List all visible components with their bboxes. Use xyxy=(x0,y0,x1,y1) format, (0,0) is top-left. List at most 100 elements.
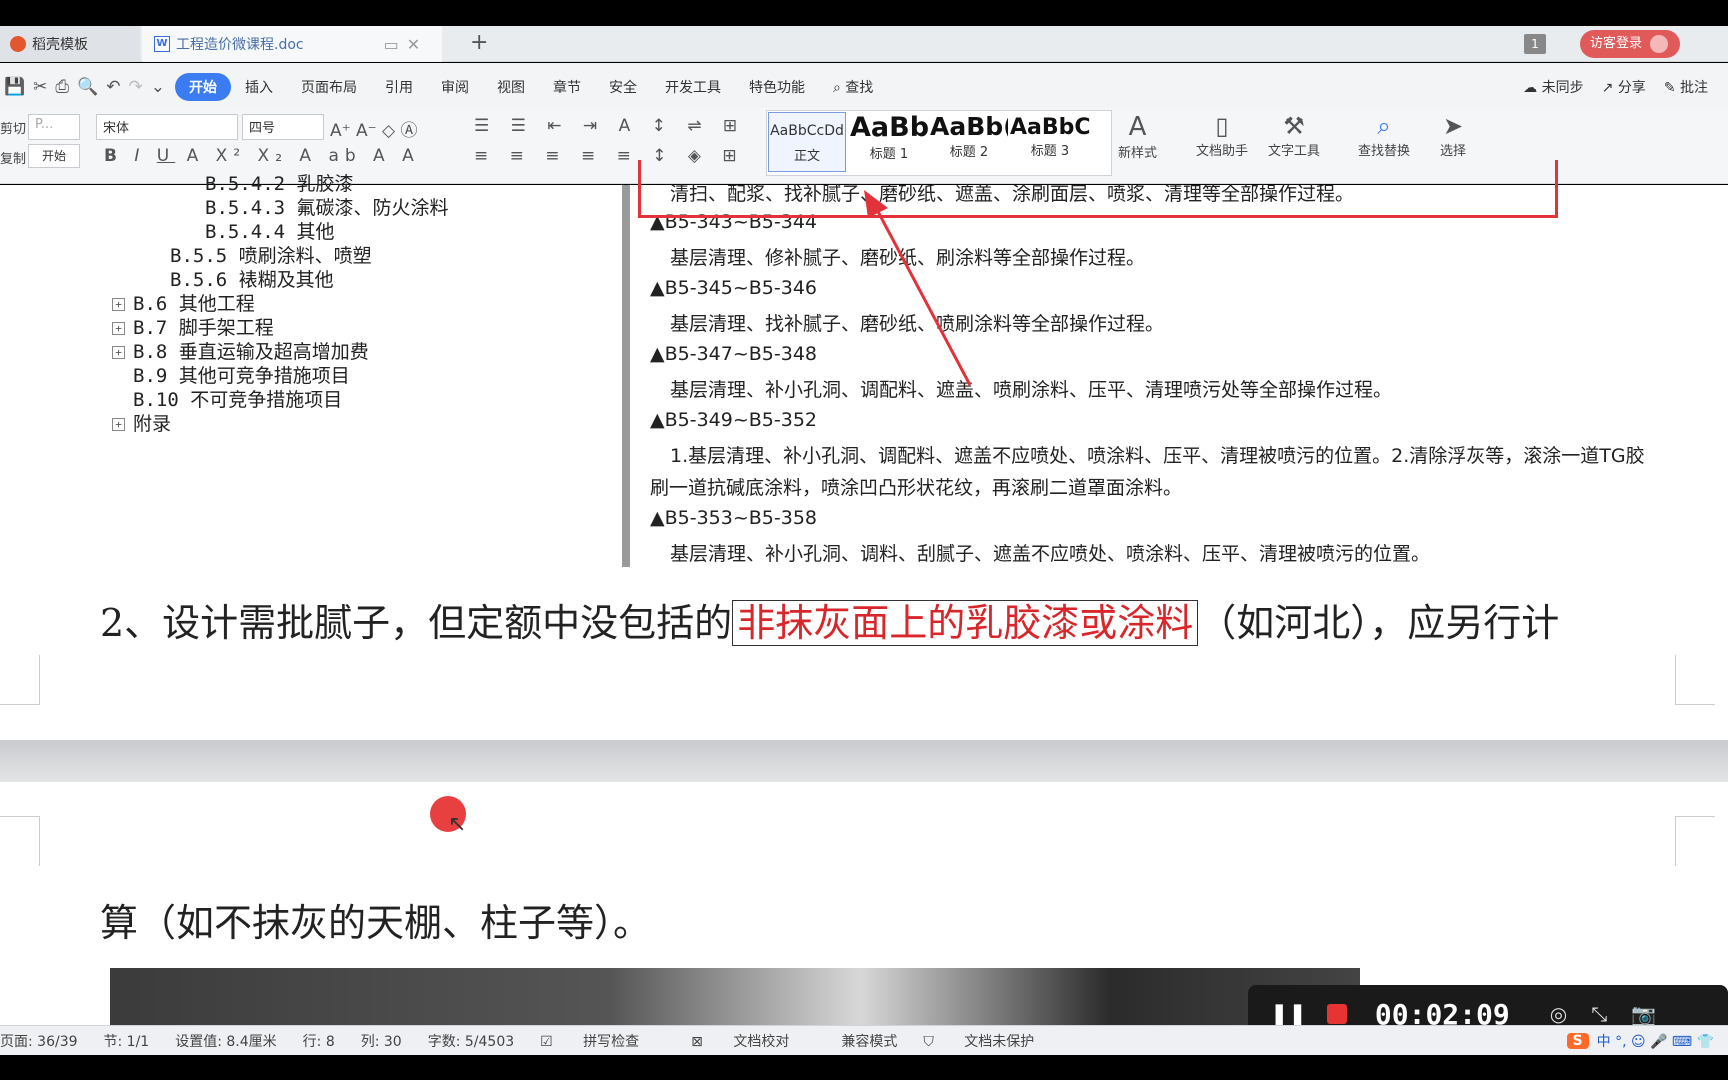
redo-icon[interactable]: ↷ xyxy=(128,77,142,97)
tab-daoke-templates[interactable]: 稻壳模板 xyxy=(0,26,140,62)
mouse-cursor-icon: ↖ xyxy=(448,812,467,837)
menu-search[interactable]: ⌕ 查找 xyxy=(819,73,887,101)
proof-icon: ⊠ xyxy=(691,1033,708,1050)
find-replace-button[interactable]: ⌕ 查找替换 xyxy=(1358,112,1410,159)
tree-label: B.8 垂直运输及超高增加费 xyxy=(133,341,369,363)
menu-home[interactable]: 开始 xyxy=(174,73,231,101)
sync-status[interactable]: ☁ 未同步 xyxy=(1523,77,1583,97)
annotation-arrow xyxy=(864,190,972,386)
login-label: 访客登录 xyxy=(1590,36,1643,51)
image-divider xyxy=(622,185,630,567)
pause-icon[interactable]: ❚❚ xyxy=(1270,1002,1307,1027)
word-count[interactable]: 字数: 5/4503 xyxy=(428,1031,514,1051)
ime-logo-icon[interactable]: S xyxy=(1566,1032,1589,1049)
tab-document[interactable]: W 工程造价微课程.doc ▭ ✕ xyxy=(142,26,442,62)
tree-item: + 附录 xyxy=(112,409,171,436)
text-tool-button[interactable]: ⚒ 文字工具 xyxy=(1268,112,1320,159)
ime-toolbar[interactable]: 中 °, ☺ 🎤 ⌨ 👕 xyxy=(1597,1031,1714,1051)
font-family-select[interactable]: 宋体 xyxy=(96,114,238,140)
doc-helper-label: 文档助手 xyxy=(1196,144,1249,159)
undo-icon[interactable]: ↶ xyxy=(106,77,120,97)
print-preview-icon[interactable]: 🔍 xyxy=(77,77,98,97)
cursor-icon: ➤ xyxy=(1442,112,1464,140)
grow-font-icon[interactable]: A⁺ A⁻ ◇ Ⓐ xyxy=(330,116,418,141)
doc-helper-button[interactable]: ▯ 文档助手 xyxy=(1196,112,1248,159)
tab-label: 稻壳模板 xyxy=(32,37,88,53)
style-sample: AaBbCcDd xyxy=(770,123,844,139)
menu-chapter[interactable]: 章节 xyxy=(539,73,595,101)
expand-icon: + xyxy=(112,322,125,335)
window-count-badge[interactable]: 1 xyxy=(1524,34,1546,54)
menu-special[interactable]: 特色功能 xyxy=(735,73,819,101)
save-icon[interactable]: 💾 xyxy=(4,77,25,97)
menu-bar: 💾 ✂ ⎙ 🔍 ↶ ↷ ⌄ 开始 插入 页面布局 引用 审阅 视图 章节 安全 … xyxy=(0,63,1728,111)
spell-check-label: 拼写检查 xyxy=(583,1033,640,1050)
row-indicator: 行: 8 xyxy=(302,1033,335,1050)
menu-page-layout[interactable]: 页面布局 xyxy=(287,73,371,101)
select-label: 选择 xyxy=(1440,144,1467,159)
region-capture-icon[interactable]: ◎ xyxy=(1550,1002,1567,1026)
menu-insert[interactable]: 插入 xyxy=(231,73,287,101)
page-indicator[interactable]: 页面: 36/39 xyxy=(0,1031,78,1051)
menu-developer[interactable]: 开发工具 xyxy=(651,73,735,101)
outline-tree: B.5.4.2 乳胶漆 B.5.4.3 氟碳漆、防火涂料 B.5.4.4 其他 … xyxy=(0,173,622,567)
paragraph-text: 2、设计需批腻子，但定额中没包括的 xyxy=(100,601,733,645)
format-painter-icon[interactable]: ✂ xyxy=(33,77,47,97)
new-tab-button[interactable]: + xyxy=(470,30,488,55)
doc-proof-label: 文档校对 xyxy=(733,1033,790,1050)
quota-line: 基层清理、补小孔洞、调料、刮腻子、遮盖不应喷处、喷涂料、压平、清理被喷污的位置。 xyxy=(670,543,1431,565)
doc-proof-button[interactable]: ⊠ 文档校对 xyxy=(691,1031,815,1051)
expand-icon: + xyxy=(112,418,125,431)
copy-button[interactable]: 复制 xyxy=(0,148,26,167)
guest-login-button[interactable]: 访客登录 xyxy=(1580,30,1680,58)
stop-icon[interactable] xyxy=(1326,1004,1347,1024)
quota-description: 清扫、配浆、找补腻子、磨砂纸、遮盖、涂刷面层、喷浆、清理等全部操作过程。 ▲B5… xyxy=(632,183,1728,567)
print-icon[interactable]: ⎙ xyxy=(55,77,69,97)
tree-label: 附录 xyxy=(133,413,172,435)
tree-item: + B.6 其他工程 xyxy=(112,289,255,316)
doc-protect-button[interactable]: ⛉ 文档未保护 xyxy=(923,1031,1060,1051)
close-icon[interactable]: ✕ xyxy=(407,35,420,54)
cut-button[interactable]: 剪切 xyxy=(0,118,26,137)
page-corner-mark xyxy=(0,655,40,705)
comment-button[interactable]: ✎ 批注 xyxy=(1664,77,1708,97)
new-style-label: 新样式 xyxy=(1118,146,1158,161)
menu-view[interactable]: 视图 xyxy=(483,73,539,101)
compat-mode: 兼容模式 xyxy=(841,1033,898,1050)
text-format-icons[interactable]: B I U A X² X₂ A ab A A xyxy=(104,146,420,166)
expand-icon: + xyxy=(112,298,125,311)
quota-heading: ▲B5-353~B5-358 xyxy=(650,507,818,529)
doc-protect-label: 文档未保护 xyxy=(964,1033,1035,1050)
quota-line: 基层清理、补小孔洞、调配料、遮盖、喷刷涂料、压平、清理喷污处等全部操作过程。 xyxy=(670,379,1393,401)
page-break xyxy=(0,740,1728,782)
customize-chevron-icon[interactable]: ⌄ xyxy=(151,77,165,97)
sync-label: 未同步 xyxy=(1541,80,1584,96)
spell-check-button[interactable]: ☑ 拼写检查 xyxy=(540,1031,665,1051)
tree-item: B.5.6 裱糊及其他 xyxy=(170,269,334,291)
paste-button[interactable]: P... xyxy=(28,114,80,140)
annotation-box xyxy=(638,160,1558,218)
new-style-button[interactable]: A 新样式 xyxy=(1118,112,1157,161)
search-icon: ⌕ xyxy=(832,80,846,96)
camera-icon[interactable]: 📷 xyxy=(1631,1002,1656,1026)
page-corner-mark xyxy=(1675,816,1715,866)
menu-security[interactable]: 安全 xyxy=(595,73,651,101)
tree-item: + B.8 垂直运输及超高增加费 xyxy=(112,337,369,364)
font-size-select[interactable]: 四号 xyxy=(242,114,324,140)
menu-review[interactable]: 审阅 xyxy=(427,73,483,101)
list-icons[interactable]: ☰ ☰ ⇤ ⇥ A ↕ ⇌ ⊞ xyxy=(474,116,745,136)
tree-item: + B.7 脚手架工程 xyxy=(112,313,274,340)
share-button[interactable]: ↗ 分享 xyxy=(1602,77,1646,97)
wrench-icon: ⚒ xyxy=(1283,112,1305,140)
menu-references[interactable]: 引用 xyxy=(371,73,427,101)
start-chip[interactable]: 开始 xyxy=(28,144,80,168)
paragraph-line: 算（如不抹灰的天棚、柱子等）。 xyxy=(100,901,652,945)
tree-item: B.5.4.2 乳胶漆 xyxy=(205,173,354,195)
search-label: 查找 xyxy=(845,80,874,96)
select-button[interactable]: ➤ 选择 xyxy=(1440,112,1466,159)
pin-icon[interactable]: ▭ xyxy=(384,35,399,54)
style-name: 标题 3 xyxy=(1030,144,1070,159)
tree-label: B.6 其他工程 xyxy=(133,293,255,315)
collapse-icon[interactable]: ⤡ xyxy=(1591,1002,1607,1026)
check-icon: ☑ xyxy=(540,1033,558,1050)
